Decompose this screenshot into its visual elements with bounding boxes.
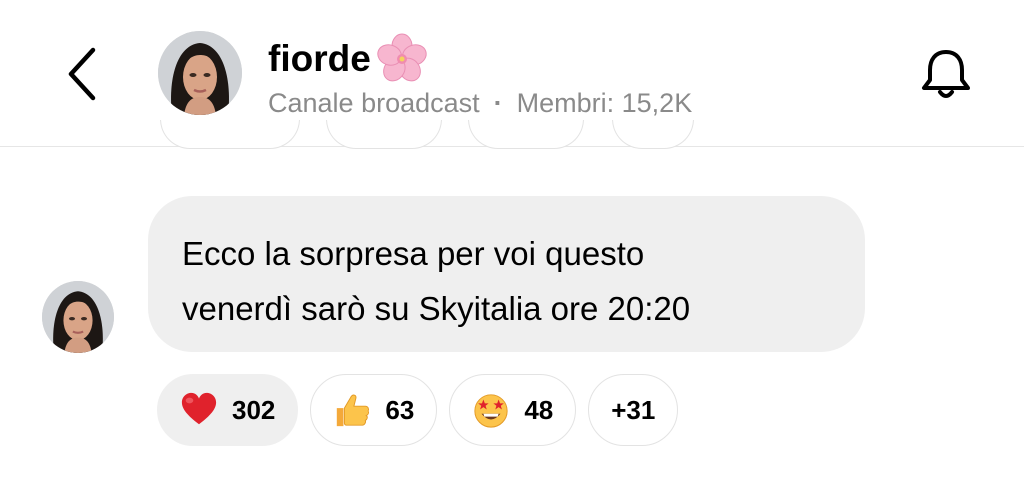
reaction-count: 63 [385, 394, 415, 425]
channel-avatar[interactable] [158, 31, 242, 115]
back-button[interactable] [60, 44, 104, 104]
peek-pill [612, 120, 694, 149]
member-count: Membri: 15,2K [516, 88, 693, 118]
avatar-image [158, 31, 242, 115]
avatar-image [42, 281, 114, 353]
reaction-heart[interactable]: 302 [157, 374, 299, 446]
reaction-more-count: +31 [611, 394, 656, 425]
cherry-blossom-icon [377, 33, 427, 82]
reaction-count: 48 [524, 394, 554, 425]
separator-dot: · [493, 88, 503, 118]
previous-reactions-peek [0, 120, 1024, 152]
peek-pill [326, 120, 442, 149]
thumbs-up-icon [337, 394, 370, 427]
channel-name-text: fiorde [268, 38, 371, 79]
channel-title[interactable]: fiorde [268, 32, 429, 86]
star-struck-icon [474, 394, 508, 428]
reaction-count: 302 [232, 394, 276, 425]
bell-icon [922, 50, 970, 98]
message-text: Ecco la sorpresa per voi questo venerdì … [182, 235, 691, 327]
reaction-more[interactable]: +31 [588, 374, 679, 446]
channel-type: Canale broadcast [268, 88, 480, 118]
channel-subtitle: Canale broadcast · Membri: 15,2K [268, 86, 692, 120]
chevron-left-icon [68, 47, 96, 101]
sender-avatar[interactable] [42, 281, 114, 353]
red-heart-icon [181, 392, 217, 425]
peek-pill [468, 120, 584, 149]
notifications-button[interactable] [914, 40, 978, 108]
reactions-bar: 302 63 48 +31 [157, 374, 679, 446]
reaction-thumbs-up[interactable]: 63 [310, 374, 438, 446]
message-bubble[interactable]: Ecco la sorpresa per voi questo venerdì … [148, 196, 865, 352]
peek-pill [160, 120, 300, 149]
reaction-star-struck[interactable]: 48 [449, 374, 577, 446]
